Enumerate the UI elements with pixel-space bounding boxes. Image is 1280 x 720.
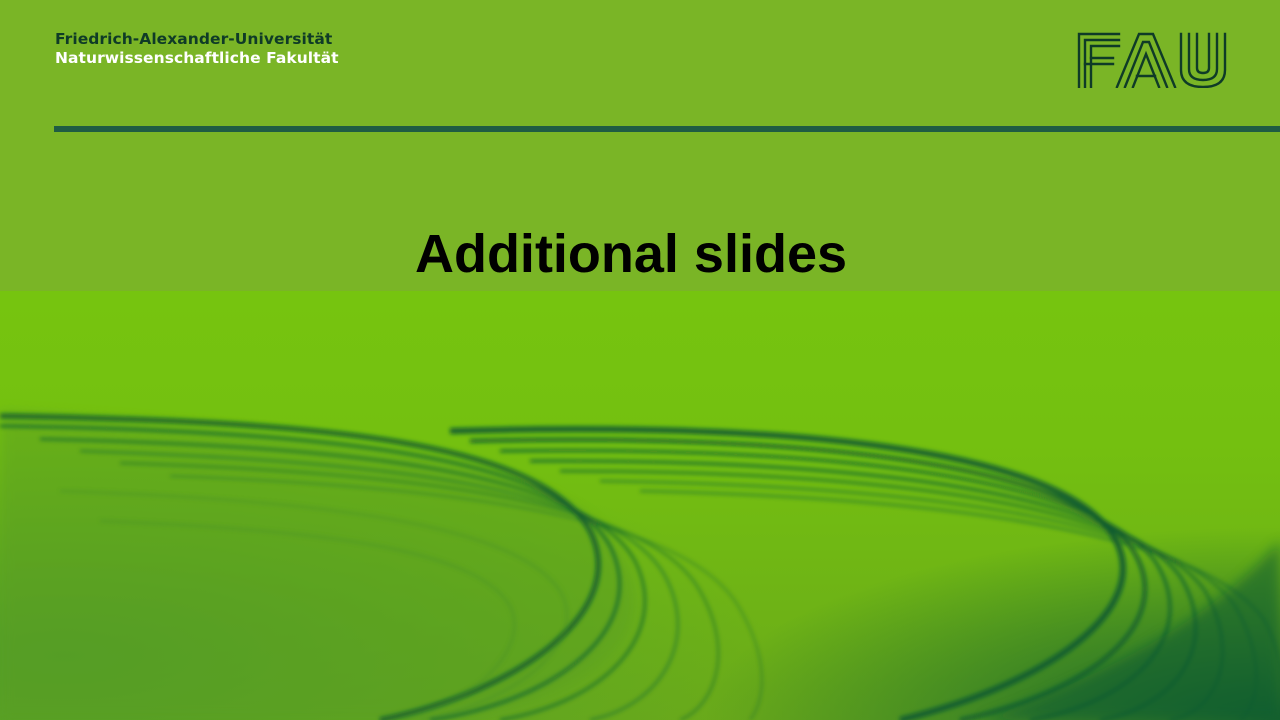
institution-name: Friedrich-Alexander-Universität Naturwis… xyxy=(55,30,339,68)
slide: Friedrich-Alexander-Universität Naturwis… xyxy=(0,0,1280,720)
fau-logo xyxy=(1077,32,1227,88)
slide-title: Additional slides xyxy=(414,224,848,284)
background-swirl-image xyxy=(0,291,1280,720)
faculty-name: Naturwissenschaftliche Fakultät xyxy=(55,49,339,67)
header-divider xyxy=(54,126,1280,132)
university-name: Friedrich-Alexander-Universität xyxy=(55,30,333,48)
